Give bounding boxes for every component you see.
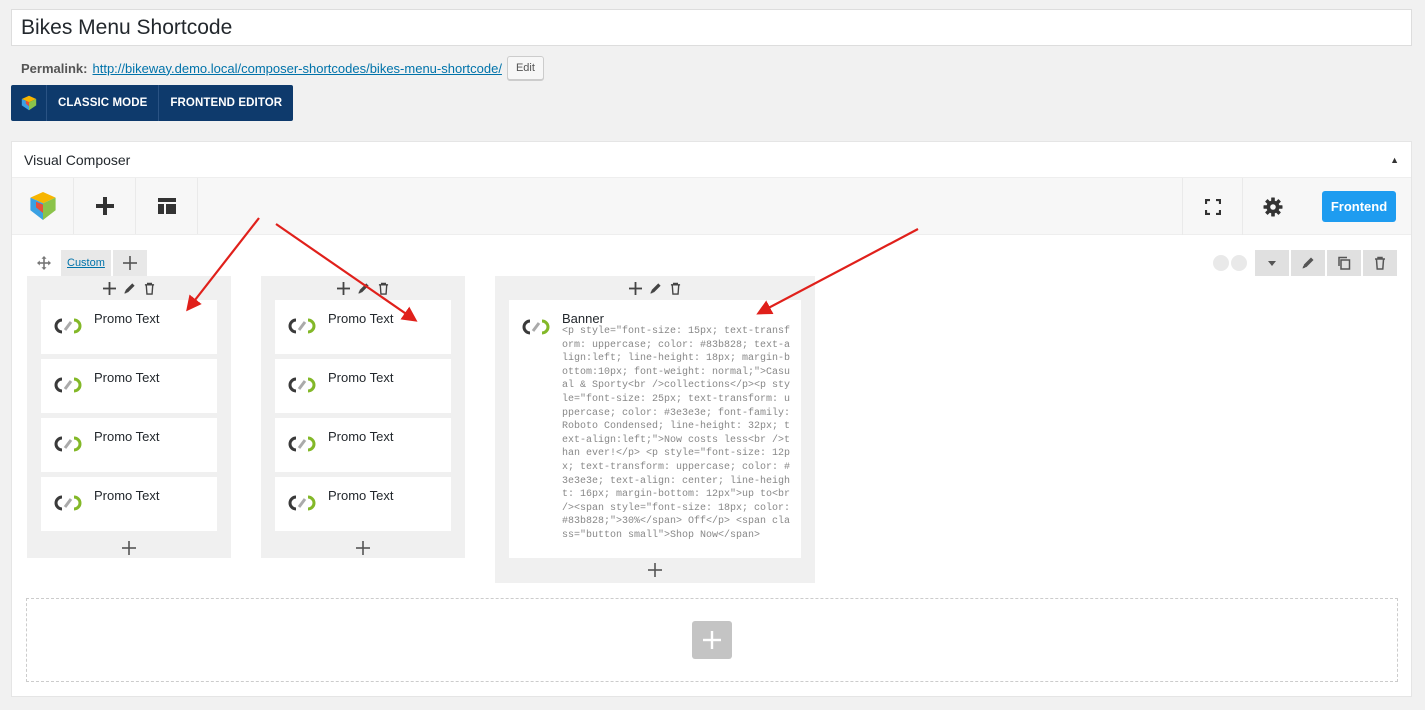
column-2: Promo Text Promo Text Promo Text Promo T… [261,276,465,558]
permalink-link[interactable]: http://bikeway.demo.local/composer-short… [92,61,501,76]
element-label: Promo Text [328,370,394,385]
row-toggle-chevron-icon[interactable] [1255,250,1289,276]
promo-link-icon [288,377,316,393]
frontend-button[interactable]: Frontend [1322,191,1396,222]
column-edit-pencil-icon[interactable] [354,282,372,295]
column-add-icon[interactable] [100,281,118,295]
panel-title: Visual Composer [24,151,131,168]
composer-toolbar: Frontend [12,178,1411,235]
add-element-icon[interactable] [74,178,136,234]
column-3: Banner <p style="font-size: 15px; text-t… [495,276,815,583]
column-controls [495,276,815,300]
promo-link-icon [54,318,82,334]
row-controls: Custom [27,250,147,276]
vc-logo-icon [11,85,47,121]
add-row-plus-icon[interactable] [692,621,732,659]
promo-link-icon [54,436,82,452]
permalink-edit-button[interactable]: Edit [506,56,544,80]
element-label: Promo Text [328,488,394,503]
promo-link-icon [288,318,316,334]
element-label: Promo Text [94,311,160,326]
column-delete-trash-icon[interactable] [666,282,684,295]
banner-link-icon [522,319,550,335]
column-delete-trash-icon[interactable] [140,282,158,295]
row-clone-icon[interactable] [1327,250,1361,276]
add-row-zone[interactable] [26,598,1398,682]
promo-text-element[interactable]: Promo Text [275,359,451,413]
element-label: Promo Text [328,429,394,444]
element-label: Promo Text [328,311,394,326]
classic-mode-button[interactable]: CLASSIC MODE [47,85,160,121]
banner-code-preview: <p style="font-size: 15px; text-transfor… [562,326,791,541]
column-controls [261,276,465,300]
row-status-dot [1213,255,1229,271]
column-1: Promo Text Promo Text Promo Text Promo T… [27,276,231,558]
column-add-icon[interactable] [334,281,352,295]
column-delete-trash-icon[interactable] [374,282,392,295]
permalink-row: Permalink: http://bikeway.demo.local/com… [21,56,544,80]
promo-text-element[interactable]: Promo Text [275,300,451,354]
row-edit-pencil-icon[interactable] [1291,250,1325,276]
row-layout-custom-link[interactable]: Custom [61,250,111,276]
promo-text-element[interactable]: Promo Text [41,477,217,531]
fullscreen-icon[interactable] [1182,178,1242,235]
row-actions [1213,250,1397,276]
element-label: Promo Text [94,370,160,385]
element-label: Promo Text [94,429,160,444]
promo-link-icon [54,495,82,511]
row-move-icon[interactable] [27,250,61,276]
row-add-column-icon[interactable] [112,250,147,276]
promo-link-icon [288,436,316,452]
promo-text-element[interactable]: Promo Text [41,359,217,413]
settings-gear-icon[interactable] [1242,178,1302,235]
frontend-editor-button[interactable]: FRONTEND EDITOR [159,85,293,121]
collapse-triangle-icon[interactable]: ▲ [1390,155,1399,165]
row-delete-trash-icon[interactable] [1363,250,1397,276]
promo-link-icon [288,495,316,511]
visual-composer-panel: Visual Composer ▲ Frontend Custom Promo … [11,141,1412,697]
promo-text-element[interactable]: Promo Text [275,477,451,531]
column-append-add-icon[interactable] [261,536,465,560]
editor-mode-bar: CLASSIC MODE FRONTEND EDITOR [11,85,294,121]
templates-icon[interactable] [136,178,198,234]
banner-element[interactable]: Banner <p style="font-size: 15px; text-t… [509,300,801,558]
promo-text-element[interactable]: Promo Text [275,418,451,472]
column-add-icon[interactable] [626,281,644,295]
column-controls [27,276,231,300]
column-append-add-icon[interactable] [495,558,815,582]
post-title-input[interactable]: Bikes Menu Shortcode [11,9,1412,46]
panel-header[interactable]: Visual Composer ▲ [12,142,1411,178]
vc-brand-logo-icon[interactable] [12,178,74,234]
column-edit-pencil-icon[interactable] [120,282,138,295]
permalink-label: Permalink: [21,60,88,76]
row-status-dot [1231,255,1247,271]
promo-text-element[interactable]: Promo Text [41,300,217,354]
promo-link-icon [54,377,82,393]
promo-text-element[interactable]: Promo Text [41,418,217,472]
element-label: Banner [562,311,604,326]
column-edit-pencil-icon[interactable] [646,282,664,295]
element-label: Promo Text [94,488,160,503]
column-append-add-icon[interactable] [27,536,231,560]
